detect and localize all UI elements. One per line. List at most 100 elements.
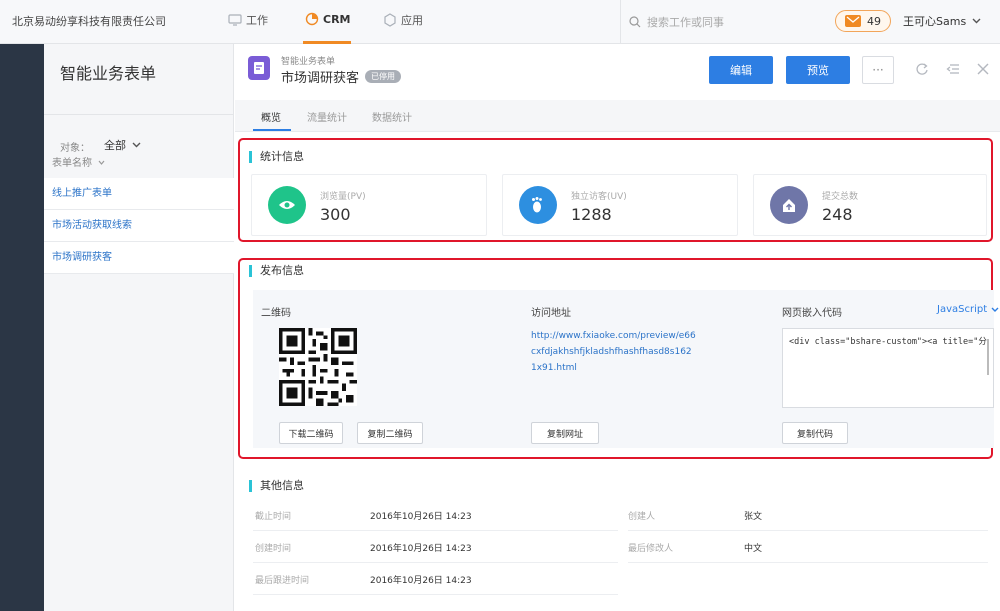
- preview-button[interactable]: 预览: [786, 56, 850, 84]
- stat-value: 1288: [571, 205, 612, 224]
- info-label: 创建人: [628, 512, 656, 522]
- embed-code-textarea[interactable]: <div class="bshare-custom"><a title="分: [782, 328, 994, 408]
- stat-card-pv: 浏览量(PV) 300: [251, 174, 487, 236]
- refresh-icon[interactable]: [915, 62, 929, 76]
- pie-chart-icon: [305, 12, 319, 26]
- stat-circle: [770, 186, 808, 224]
- info-value: 中文: [744, 544, 763, 554]
- page-title-row: 市场调研获客 已停用: [281, 67, 402, 86]
- tab-data-stats[interactable]: 数据统计: [372, 109, 412, 124]
- info-label: 截止时间: [255, 512, 292, 522]
- mail-icon: [845, 15, 861, 27]
- stat-value: 248: [822, 205, 853, 224]
- publish-panel: 二维码 下载二维码 复制二维码 访问地址 http://www.fxiaoke.…: [253, 290, 999, 448]
- other-section-title: 其他信息: [249, 480, 304, 492]
- tab-traffic-stats[interactable]: 流量统计: [307, 109, 347, 124]
- eye-icon: [279, 201, 295, 209]
- chevron-down-icon: [132, 142, 141, 148]
- url-title: 访问地址: [531, 308, 571, 319]
- qr-code-image: [279, 328, 357, 406]
- page-title: 市场调研获客: [281, 71, 360, 86]
- nav-crm-label: CRM: [323, 12, 351, 26]
- company-name: 北京易动纷享科技有限责任公司: [12, 15, 166, 28]
- search-icon: [629, 16, 641, 28]
- embed-title: 网页嵌入代码: [782, 308, 842, 319]
- info-label: 最后修改人: [628, 544, 674, 554]
- message-count: 49: [867, 14, 881, 28]
- header-subtitle: 智能业务表单: [281, 57, 336, 67]
- footprint-icon: [532, 197, 542, 213]
- info-row-last-modifier: 最后修改人 中文: [628, 533, 988, 563]
- object-filter: 对象： 全部: [44, 114, 234, 184]
- download-qr-button[interactable]: 下载二维码: [279, 422, 343, 444]
- nav-work[interactable]: 工作: [228, 12, 268, 28]
- stat-label: 独立访客(UV): [571, 192, 627, 202]
- stat-value: 300: [320, 205, 351, 224]
- info-value: 张文: [744, 512, 763, 522]
- embed-language: JavaScript: [937, 304, 988, 315]
- info-label: 最后跟进时间: [255, 576, 310, 586]
- info-label: 创建时间: [255, 544, 292, 554]
- filter-label: 对象：: [60, 143, 90, 154]
- nav-crm[interactable]: CRM: [305, 12, 351, 26]
- chevron-down-icon: [991, 307, 999, 312]
- access-url-link[interactable]: http://www.fxiaoke.com/preview/e66cxfdja…: [531, 328, 696, 376]
- more-button[interactable]: ···: [862, 56, 894, 84]
- tab-active-indicator: [253, 129, 291, 131]
- monitor-icon: [228, 14, 242, 26]
- apps-icon: [384, 13, 396, 27]
- stat-circle: [268, 186, 306, 224]
- info-value: 2016年10月26日 14:23: [370, 576, 472, 586]
- global-search[interactable]: 搜索工作或同事: [620, 0, 830, 44]
- info-row-created-time: 创建时间 2016年10月26日 14:23: [253, 533, 618, 563]
- upload-icon: [783, 199, 795, 212]
- copy-qr-button[interactable]: 复制二维码: [357, 422, 423, 444]
- chevron-down-icon: [972, 18, 981, 24]
- stat-label: 提交总数: [822, 192, 859, 202]
- tab-bar: 概览 流量统计 数据统计: [235, 100, 1000, 132]
- nav-apps[interactable]: 应用: [383, 12, 423, 28]
- tab-overview[interactable]: 概览: [261, 109, 281, 124]
- form-list: 线上推广表单 市场活动获取线索 市场调研获客: [44, 178, 234, 274]
- column-header-form-name[interactable]: 表单名称: [52, 154, 105, 169]
- status-badge: 已停用: [365, 70, 402, 83]
- stat-label: 浏览量(PV): [320, 192, 366, 202]
- stat-card-uv: 独立访客(UV) 1288: [502, 174, 738, 236]
- close-icon[interactable]: [976, 62, 990, 76]
- nav-work-label: 工作: [246, 14, 268, 27]
- copy-url-button[interactable]: 复制网址: [531, 422, 599, 444]
- edit-button[interactable]: 编辑: [709, 56, 773, 84]
- column-header-label: 表单名称: [52, 158, 92, 169]
- sort-icon: [98, 160, 105, 165]
- publish-section-title: 发布信息: [249, 265, 304, 277]
- form-icon: [248, 56, 270, 80]
- code-scrollbar[interactable]: [987, 339, 989, 375]
- nav-apps-label: 应用: [401, 14, 423, 27]
- app-rail: [0, 44, 44, 611]
- qr-title: 二维码: [261, 308, 291, 319]
- list-item[interactable]: 市场活动获取线索: [44, 210, 234, 242]
- info-row-creator: 创建人 张文: [628, 501, 988, 531]
- sidebar: 智能业务表单 对象： 全部 表单名称 线上推广表单 市场活动获取线索 市场调研获…: [44, 44, 234, 611]
- search-placeholder: 搜索工作或同事: [647, 16, 724, 29]
- list-item[interactable]: 市场调研获客: [44, 242, 234, 274]
- stats-section-title: 统计信息: [249, 151, 304, 163]
- embed-language-select[interactable]: JavaScript: [937, 304, 999, 315]
- embed-code: <div class="bshare-custom"><a title="分: [789, 337, 987, 347]
- user-name: 王可心Sams: [903, 15, 967, 28]
- stat-card-submissions: 提交总数 248: [753, 174, 987, 236]
- stat-circle: [519, 186, 557, 224]
- info-value: 2016年10月26日 14:23: [370, 544, 472, 554]
- info-row-last-follow-up: 最后跟进时间 2016年10月26日 14:23: [253, 565, 618, 595]
- sidebar-title: 智能业务表单: [60, 64, 157, 83]
- detail-panel: 智能业务表单 市场调研获客 已停用 编辑 预览 ··· 概览 流量统计 数据统计…: [235, 44, 1000, 611]
- copy-code-button[interactable]: 复制代码: [782, 422, 848, 444]
- collapse-icon[interactable]: [946, 62, 960, 76]
- info-value: 2016年10月26日 14:23: [370, 512, 472, 522]
- filter-value: 全部: [104, 139, 126, 152]
- list-item[interactable]: 线上推广表单: [44, 178, 234, 210]
- user-menu[interactable]: 王可心Sams: [903, 13, 981, 29]
- messages-button[interactable]: 49: [835, 10, 891, 32]
- info-row-deadline: 截止时间 2016年10月26日 14:23: [253, 501, 618, 531]
- filter-dropdown[interactable]: 全部: [104, 137, 141, 153]
